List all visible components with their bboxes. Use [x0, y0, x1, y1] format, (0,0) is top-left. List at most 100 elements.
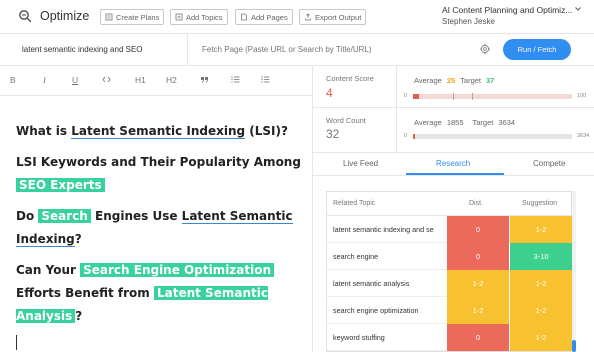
heading-4: Can Your Search Engine Optimization Effo…	[16, 259, 308, 328]
search-bar: latent semantic indexing and SEO Run / F…	[0, 34, 594, 66]
gear-icon[interactable]	[479, 43, 491, 55]
word-bar-min: 0	[404, 133, 408, 139]
content-average-marker	[452, 93, 454, 100]
keyword-field[interactable]: latent semantic indexing and SEO	[22, 45, 143, 54]
top-bar: Optimize Create Plans Add Topics Add Pag…	[0, 0, 594, 34]
editor-toolbar: B I U H1 H2	[0, 66, 312, 96]
research-table: Related Topic Dist. Suggestion latent se…	[326, 191, 572, 352]
suggestion-cell: 3-10	[510, 243, 572, 270]
heading-text: ?	[75, 309, 83, 323]
code-icon	[102, 76, 111, 83]
table-row[interactable]: search engine 0 3-10	[327, 243, 572, 270]
topic-underline[interactable]: Latent Semantic Indexing	[71, 124, 246, 139]
export-output-button[interactable]: Export Output	[299, 9, 367, 25]
tab-research[interactable]: Research	[436, 159, 470, 168]
chevron-down-icon[interactable]	[574, 5, 582, 13]
heading-text: Efforts Benefit from	[16, 286, 154, 300]
document-owner: Stephen Jeske	[442, 17, 495, 26]
scrollbar-thumb[interactable]	[572, 340, 576, 352]
h2-button[interactable]: H2	[166, 75, 177, 85]
text-cursor	[16, 335, 17, 350]
table-row[interactable]: latent semantic indexing and se 0 1-2	[327, 216, 572, 243]
italic-button[interactable]: I	[43, 75, 46, 85]
heading-text: What is	[16, 124, 72, 138]
heading-text: (LSI)?	[245, 124, 288, 138]
table-body: latent semantic indexing and se 0 1-2 searc…	[327, 216, 572, 351]
topic-cell[interactable]: latent semantic indexing and se	[333, 225, 445, 234]
heading-text: Can Your	[16, 263, 81, 277]
bold-button[interactable]: B	[10, 75, 16, 85]
quote-icon	[201, 77, 208, 83]
underline-button[interactable]: U	[72, 75, 78, 85]
distance-cell: 0	[447, 216, 509, 243]
table-row[interactable]: latent semantic analysis 1-2 1-2	[327, 270, 572, 297]
topic-icon	[175, 13, 183, 21]
distance-cell: 1-2	[447, 270, 509, 297]
tab-compete[interactable]: Compete	[533, 159, 565, 168]
distance-cell: 0	[447, 324, 509, 351]
quote-button[interactable]	[200, 75, 209, 86]
content-bar-max: 100	[577, 93, 587, 99]
scrollbar[interactable]	[572, 191, 576, 352]
word-count-bar	[413, 134, 572, 139]
tab-live-feed[interactable]: Live Feed	[343, 159, 378, 168]
word-target-value: 3634	[498, 118, 516, 127]
target-label: Target	[460, 76, 482, 85]
export-icon	[305, 13, 311, 21]
export-output-label: Export Output	[315, 12, 362, 22]
table-header: Related Topic Dist. Suggestion	[327, 192, 571, 216]
divider	[187, 34, 188, 66]
bullet-list-icon	[261, 76, 270, 83]
plan-icon	[105, 13, 113, 21]
suggestion-cell: 1-2	[510, 270, 572, 297]
numbered-list-icon	[231, 76, 240, 83]
heading-1: What is Latent Semantic Indexing (LSI)?	[16, 120, 308, 143]
score-divider	[313, 107, 594, 108]
add-pages-label: Add Pages	[251, 12, 288, 22]
column-divider	[312, 66, 313, 352]
content-average-value: 25	[446, 76, 456, 85]
topic-cell[interactable]: search engine optimization	[333, 306, 445, 315]
topic-cell[interactable]: latent semantic analysis	[333, 279, 445, 288]
topic-highlight[interactable]: Search	[38, 209, 91, 223]
distance-cell: 0	[447, 243, 509, 270]
score-divider-vertical	[396, 66, 397, 152]
table-row[interactable]: keyword stuffing 0 1-2	[327, 324, 572, 351]
run-fetch-button[interactable]: Run / Fetch	[503, 39, 571, 60]
suggestion-cell: 1-2	[510, 216, 572, 243]
create-plans-button[interactable]: Create Plans	[100, 9, 165, 25]
link-button[interactable]	[102, 75, 111, 86]
numbered-list-button[interactable]	[231, 75, 240, 86]
column-header-topic: Related Topic	[333, 200, 376, 207]
topic-cell[interactable]: search engine	[333, 252, 445, 261]
add-topics-button[interactable]: Add Topics	[170, 9, 228, 25]
content-score-bar	[413, 93, 572, 100]
heading-text: Engines Use	[90, 209, 182, 223]
suggestion-cell: 1-2	[510, 324, 572, 351]
average-label: Average	[414, 76, 442, 85]
average-label: Average	[414, 118, 442, 127]
suggestion-cell: 1-2	[510, 297, 572, 324]
word-count-fill	[413, 134, 415, 139]
topic-highlight[interactable]: SEO Experts	[16, 178, 105, 192]
h1-button[interactable]: H1	[135, 75, 146, 85]
editor-content[interactable]: What is Latent Semantic Indexing (LSI)? …	[16, 120, 308, 336]
heading-text: ?	[74, 232, 82, 246]
content-target-marker	[471, 93, 473, 100]
content-bar-min: 0	[404, 93, 408, 99]
add-pages-button[interactable]: Add Pages	[235, 9, 293, 25]
optimize-search-icon	[19, 10, 32, 23]
fetch-page-input[interactable]	[202, 45, 442, 54]
document-title[interactable]: AI Content Planning and Optimiz...	[442, 5, 582, 15]
content-score-fill	[413, 94, 420, 99]
create-plans-label: Create Plans	[116, 12, 160, 22]
content-score-label: Content Score	[326, 74, 374, 83]
topic-cell[interactable]: keyword stuffing	[333, 333, 445, 342]
brand[interactable]: Optimize	[18, 9, 89, 23]
distance-cell: 1-2	[447, 297, 509, 324]
content-target-value: 37	[486, 76, 495, 85]
table-row[interactable]: search engine optimization 1-2 1-2	[327, 297, 572, 324]
bullet-list-button[interactable]	[261, 75, 270, 86]
topic-highlight[interactable]: Search Engine Optimization	[80, 263, 275, 277]
add-topics-label: Add Topics	[186, 12, 223, 22]
